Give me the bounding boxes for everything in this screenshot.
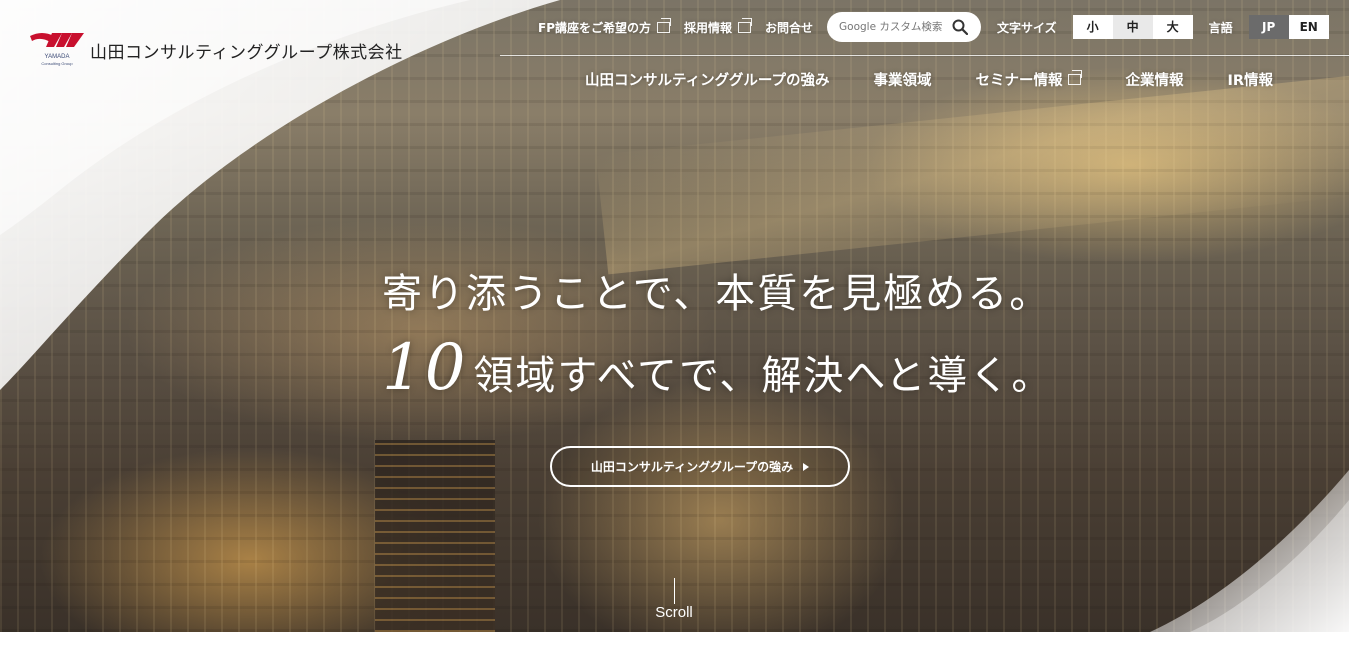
- logo-text: YAMADA: [44, 54, 70, 60]
- nav-item-company-info[interactable]: 企業情報: [1125, 69, 1183, 90]
- nav-item-seminars[interactable]: セミナー情報: [975, 69, 1083, 90]
- fp-course-link[interactable]: FP講座をご希望の方: [538, 17, 671, 36]
- search-button[interactable]: [949, 16, 971, 38]
- headline-line-1: 寄り添うことで、本質を見極める。: [382, 271, 1052, 317]
- global-nav: 山田コンサルティンググループの強み 事業領域 セミナー情報 企業情報 IR情報: [585, 62, 1273, 96]
- headline-number: 10: [382, 331, 468, 405]
- scroll-indicator-line: [674, 578, 675, 604]
- strengths-cta-button[interactable]: 山田コンサルティンググループの強み: [550, 446, 850, 487]
- yamada-logo-mark: YAMADA Consulting Group: [28, 30, 86, 66]
- font-size-label: 文字サイズ: [997, 20, 1057, 35]
- logo-subtext: Consulting Group: [41, 61, 73, 66]
- contact-link-label: お問合せ: [765, 20, 814, 35]
- company-logo[interactable]: YAMADA Consulting Group 山田コンサルティンググループ株式…: [28, 30, 403, 66]
- nav-item-strengths[interactable]: 山田コンサルティンググループの強み: [585, 69, 829, 90]
- company-name: 山田コンサルティンググループ株式会社: [90, 43, 403, 63]
- font-size-small-button[interactable]: 小: [1072, 15, 1113, 39]
- font-size-selector: 小 中 大: [1072, 15, 1193, 39]
- search-icon: [952, 19, 969, 35]
- headline-line-2-row: 10 領域すべてで、解決へと導く。: [382, 331, 1054, 405]
- nav-item-label: 企業情報: [1125, 72, 1184, 89]
- font-size-large-button[interactable]: 大: [1152, 15, 1193, 39]
- nav-item-label: 事業領域: [873, 72, 932, 89]
- nav-divider: [500, 55, 1349, 56]
- nav-item-business-domains[interactable]: 事業領域: [873, 69, 931, 90]
- nav-item-label: 山田コンサルティンググループの強み: [585, 72, 830, 89]
- recruit-link[interactable]: 採用情報: [684, 17, 753, 36]
- nav-item-label: IR情報: [1227, 72, 1274, 89]
- scroll-indicator[interactable]: Scroll: [645, 604, 703, 621]
- cta-label: 山田コンサルティンググループの強み: [590, 460, 794, 474]
- headline-line-2: 領域すべてで、解決へと導く。: [473, 353, 1054, 399]
- search-input[interactable]: [839, 21, 950, 33]
- fp-course-link-label: FP講座をご希望の方: [538, 20, 651, 35]
- logo-swoosh-icon: [30, 33, 84, 47]
- contact-link[interactable]: お問合せ: [765, 19, 813, 36]
- nav-item-label: セミナー情報: [975, 72, 1063, 89]
- arrow-right-icon: [803, 462, 810, 471]
- external-window-icon: [738, 17, 753, 33]
- language-jp-button[interactable]: JP: [1248, 15, 1289, 39]
- search-box: [827, 12, 982, 42]
- font-size-medium-button[interactable]: 中: [1112, 15, 1153, 39]
- language-selector: JP EN: [1248, 15, 1329, 39]
- external-window-icon: [1068, 69, 1083, 85]
- hero-headline: 寄り添うことで、本質を見極める。 10 領域すべてで、解決へと導く。: [382, 268, 1053, 404]
- nav-item-ir[interactable]: IR情報: [1227, 69, 1273, 90]
- language-label: 言語: [1208, 20, 1233, 35]
- recruit-link-label: 採用情報: [684, 20, 733, 35]
- utility-bar: FP講座をご希望の方 採用情報 お問合せ 文字サイズ 小 中 大 言語 JP E…: [538, 11, 1329, 43]
- external-window-icon: [657, 17, 671, 33]
- language-en-button[interactable]: EN: [1288, 15, 1329, 39]
